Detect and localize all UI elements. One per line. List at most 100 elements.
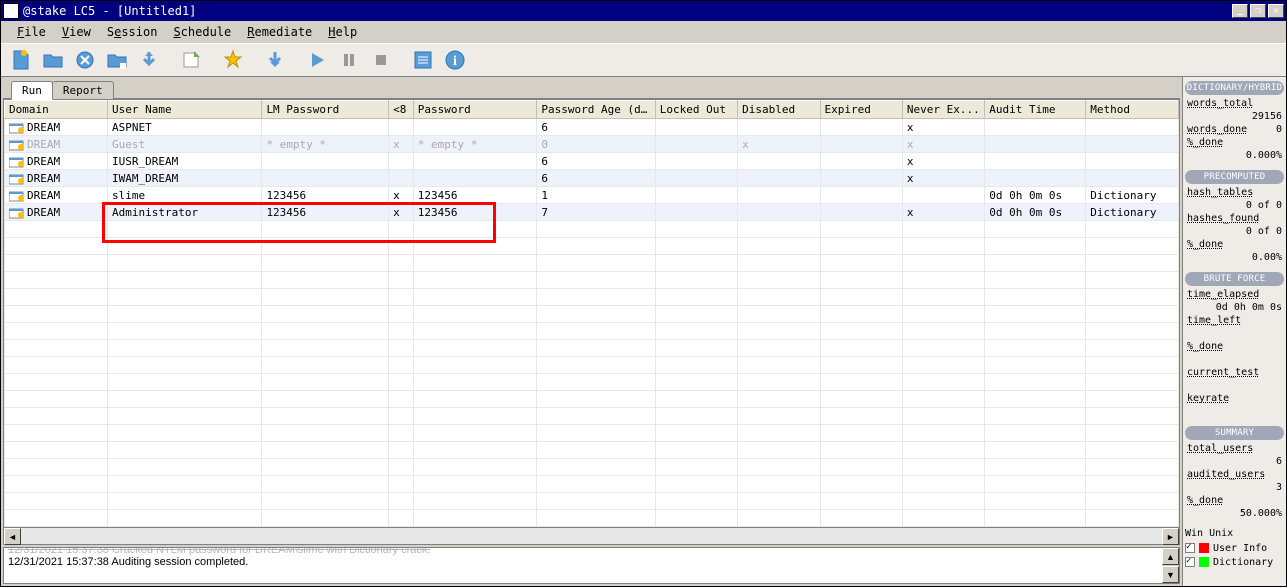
table-row [5,357,1179,374]
titlebar-text: @stake LC5 - [Untitled1] [23,4,1232,18]
stat-keyrate-label: keyrate [1187,393,1229,404]
col-passwordage[interactable]: Password Age (d... [537,101,655,119]
import-button[interactable] [135,46,163,74]
stat-time-elapsed-value: 0d 0h 0m 0s [1216,302,1282,313]
col-method[interactable]: Method [1086,101,1179,119]
log-line: 12/31/2021 15:37:38 Auditing session com… [8,556,1175,568]
legend-dictionary-swatch [1199,557,1209,567]
stat-pct-done-label: %_done [1187,137,1223,148]
scroll-down-button[interactable]: ▼ [1162,566,1179,583]
stat-hash-tables-value: 0 of 0 [1246,200,1282,211]
col-disabled[interactable]: Disabled [738,101,820,119]
export-button[interactable] [177,46,205,74]
table-row[interactable]: DREAMslime123456x12345610d 0h 0m 0sDicti… [5,187,1179,204]
legend-userinfo-swatch [1199,543,1209,553]
menu-file[interactable]: File [9,23,54,41]
restore-button[interactable]: ❐ [1250,4,1266,18]
table-row [5,221,1179,238]
stat-current-test-label: current_test [1187,367,1259,378]
results-grid[interactable]: Domain User Name LM Password <8 Password… [4,100,1179,527]
info-button[interactable]: i [441,46,469,74]
stop-button[interactable] [367,46,395,74]
close-session-button[interactable] [71,46,99,74]
stats-summary-header: SUMMARY [1185,426,1284,440]
minimize-button[interactable]: _ [1232,4,1248,18]
scroll-up-button[interactable]: ▲ [1162,548,1179,565]
stat-time-elapsed-label: time_elapsed [1187,289,1259,300]
menu-view[interactable]: View [54,23,99,41]
table-row[interactable]: DREAMIUSR_DREAM6x [5,153,1179,170]
col-lt8[interactable]: <8 [389,101,414,119]
table-row [5,238,1179,255]
tabs: Run Report [3,79,1180,99]
stats-dictionary-header: DICTIONARY/HYBRID [1185,81,1284,95]
table-row [5,255,1179,272]
menu-schedule[interactable]: Schedule [165,23,239,41]
table-row[interactable]: DREAMAdministrator123456x1234567x0d 0h 0… [5,204,1179,221]
table-row [5,425,1179,442]
stat-sum-pct-value: 50.000% [1240,508,1282,519]
col-neverex[interactable]: Never Ex... [902,101,984,119]
table-row [5,272,1179,289]
pause-button[interactable] [335,46,363,74]
col-lockedout[interactable]: Locked Out [655,101,737,119]
play-button[interactable] [303,46,331,74]
legend-header: Win Unix [1185,528,1284,539]
wizard-button[interactable] [219,46,247,74]
table-row [5,289,1179,306]
stat-words-total-value: 29156 [1252,111,1282,122]
table-row [5,408,1179,425]
col-domain[interactable]: Domain [5,101,108,119]
download-button[interactable] [261,46,289,74]
table-row [5,493,1179,510]
tab-run[interactable]: Run [11,81,53,100]
table-row[interactable]: DREAMASPNET6x [5,119,1179,136]
table-row[interactable]: DREAMIWAM_DREAM6x [5,170,1179,187]
table-row [5,391,1179,408]
titlebar: @stake LC5 - [Untitled1] _ ❐ ✕ [1,1,1286,21]
legend-userinfo-label: User Info [1213,543,1267,554]
table-row [5,306,1179,323]
col-password[interactable]: Password [413,101,537,119]
scroll-left-button[interactable]: ◄ [4,528,21,545]
stat-time-left-label: time_left [1187,315,1241,326]
stat-pct-done-value: 0.000% [1246,150,1282,161]
stats-panel: DICTIONARY/HYBRID words_total 29156 word… [1182,77,1286,586]
new-session-button[interactable] [7,46,35,74]
table-row [5,459,1179,476]
stat-words-done-label: words_done [1187,124,1247,135]
stat-words-total-label: words_total [1187,98,1253,109]
table-row [5,340,1179,357]
menu-session[interactable]: Session [99,23,166,41]
close-button[interactable]: ✕ [1268,4,1284,18]
table-row [5,510,1179,527]
save-button[interactable] [103,46,131,74]
scroll-right-button[interactable]: ► [1162,528,1179,545]
log-scrollbar[interactable]: ▲ ▼ [1162,548,1179,583]
table-row [5,374,1179,391]
col-expired[interactable]: Expired [820,101,902,119]
stat-total-users-label: total_users [1187,443,1253,454]
stats-precomputed-header: PRECOMPUTED [1185,170,1284,184]
table-row[interactable]: DREAMGuest* empty *x* empty *0xx [5,136,1179,153]
legend-dictionary-checkbox[interactable] [1185,557,1195,567]
table-row [5,476,1179,493]
legend-userinfo-checkbox[interactable] [1185,543,1195,553]
col-username[interactable]: User Name [107,101,261,119]
stat-hashes-found-label: hashes_found [1187,213,1259,224]
stat-audited-users-value: 3 [1276,482,1282,493]
options-button[interactable] [409,46,437,74]
open-button[interactable] [39,46,67,74]
menu-remediate[interactable]: Remediate [239,23,320,41]
stat-pc-pct-label: %_done [1187,239,1223,250]
menu-help[interactable]: Help [320,23,365,41]
stat-audited-users-label: audited_users [1187,469,1265,480]
horizontal-scrollbar[interactable]: ◄ ► [4,527,1179,544]
stat-sum-pct-label: %_done [1187,495,1223,506]
stat-bf-pct-label: %_done [1187,341,1223,352]
stat-hashes-found-value: 0 of 0 [1246,226,1282,237]
col-lmpassword[interactable]: LM Password [262,101,389,119]
col-audittime[interactable]: Audit Time [985,101,1086,119]
app-icon [3,3,19,19]
tab-report[interactable]: Report [52,81,114,99]
